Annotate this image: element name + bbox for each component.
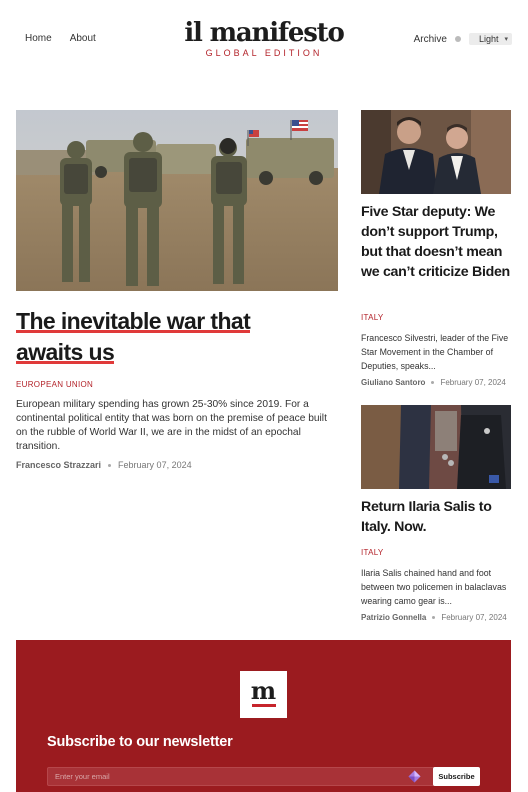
author-link[interactable]: Francesco Strazzari [16,460,101,470]
theme-select-value: Light [478,34,499,44]
side-article-title[interactable]: Return Ilaria Salis to Italy. Now. [361,497,516,537]
side-article-title[interactable]: Five Star deputy: We don’t support Trump… [361,202,516,282]
side-article-image[interactable] [361,405,511,489]
logo-underline [251,703,276,707]
side-article-tag[interactable]: ITALY [361,548,384,557]
side-article-excerpt: Francesco Silvestri, leader of the Five … [361,333,509,371]
password-manager-icon[interactable] [408,770,421,783]
article-date: February 07, 2024 [441,613,507,622]
site-header: Home About il manifesto GLOBAL EDITION A… [0,0,528,80]
chevron-down-icon: ▾ [504,36,508,43]
separator-dot [432,616,436,619]
side-article-image[interactable] [361,110,511,194]
newsletter-title: Subscribe to our newsletter [47,734,233,750]
main-article-meta: Francesco Strazzari February 07, 2024 [16,460,192,470]
separator-dot [108,463,112,467]
article-date: February 07, 2024 [440,378,506,387]
author-link[interactable]: Patrizio Gonnella [361,613,426,622]
main-article-image[interactable] [16,110,338,291]
author-link[interactable]: Giuliano Santoro [361,378,425,387]
separator-dot [431,381,435,384]
logo-letter: m [250,675,277,705]
side-article-meta: Giuliano Santoro February 07, 2024 [361,378,506,387]
newsletter-section: m Subscribe to our newsletter Subscribe [16,640,511,792]
theme-indicator-icon [454,36,461,42]
subscribe-button[interactable]: Subscribe [433,767,480,786]
secondary-nav: Archive Light ▾ [414,33,512,45]
logo-subtitle: GLOBAL EDITION [205,48,323,58]
nav-archive-link[interactable]: Archive [414,34,447,45]
side-article-excerpt: Ilaria Salis chained hand and foot betwe… [361,568,507,606]
main-article-title[interactable]: The inevitable war that awaits us [16,306,316,368]
email-input[interactable] [47,767,440,786]
theme-select[interactable]: Light ▾ [468,33,512,45]
main-article-tag[interactable]: EUROPEAN UNION [16,380,93,389]
newsletter-logo: m [240,671,287,718]
side-article-meta: Patrizio Gonnella February 07, 2024 [361,613,507,622]
main-article-excerpt: European military spending has grown 25-… [16,399,327,452]
side-article-tag[interactable]: ITALY [361,313,384,322]
article-date: February 07, 2024 [118,460,192,470]
